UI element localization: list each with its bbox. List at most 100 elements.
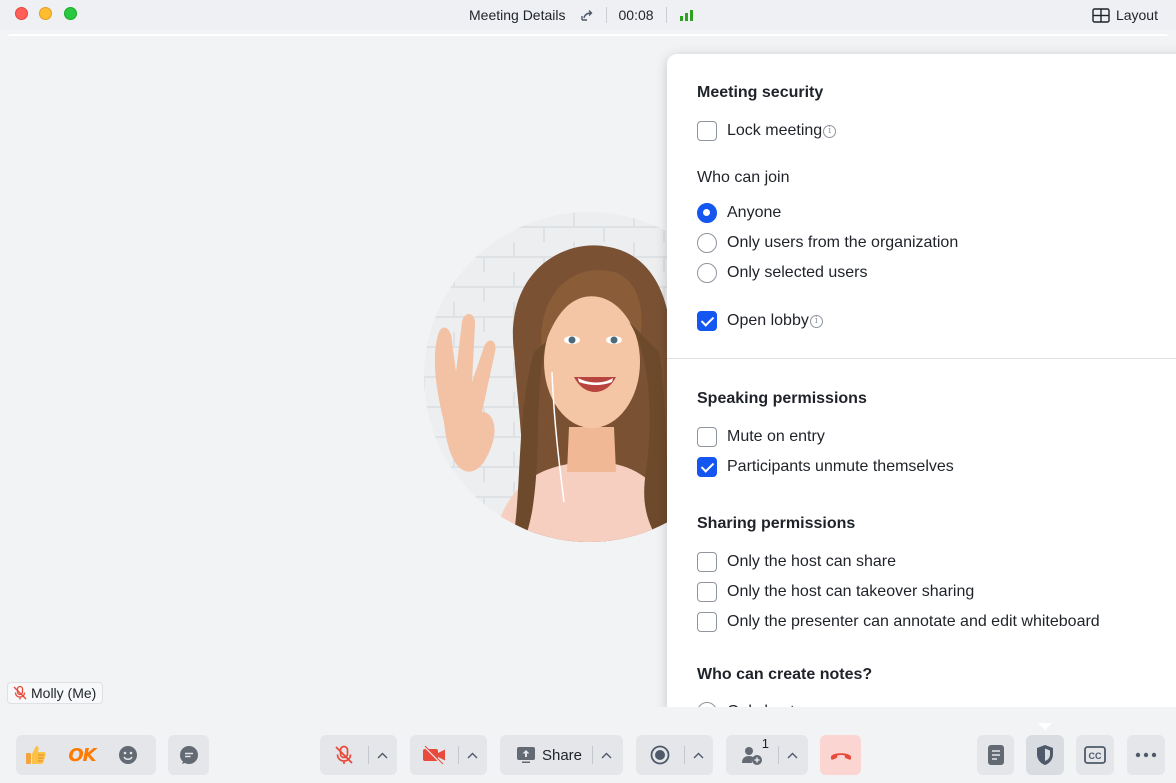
svg-text:CC: CC: [1089, 751, 1102, 761]
mute-on-entry-option[interactable]: Mute on entry: [697, 426, 825, 448]
thumbs-up-icon: [26, 746, 46, 764]
chevron-up-icon: [601, 752, 611, 758]
host-takeover-option[interactable]: Only the host can takeover sharing: [697, 581, 974, 603]
meeting-info-bar: Meeting Details 00:08: [469, 5, 695, 25]
radio-anyone[interactable]: [697, 203, 717, 223]
chat-button[interactable]: [168, 735, 209, 775]
record-group: [636, 735, 713, 775]
presenter-annotate-label: Only the presenter can annotate and edit…: [727, 613, 1100, 630]
share-screen-icon: [516, 747, 535, 763]
open-lobby-checkbox[interactable]: [697, 311, 717, 331]
participants-button[interactable]: 1: [726, 735, 778, 775]
participants-group: 1: [726, 735, 808, 775]
unmute-button[interactable]: [320, 735, 368, 775]
share-screen-button[interactable]: Share: [500, 735, 592, 775]
ok-reaction[interactable]: OK: [56, 735, 108, 775]
close-window-button[interactable]: [15, 7, 28, 20]
info-icon[interactable]: i: [809, 314, 823, 328]
notes-button[interactable]: [977, 735, 1014, 775]
radio-organization[interactable]: [697, 233, 717, 253]
presenter-annotate-checkbox[interactable]: [697, 612, 717, 632]
who-can-join-heading: Who can join: [697, 169, 790, 186]
camera-off-icon: [423, 745, 445, 765]
ok-reaction-label: OK: [68, 744, 96, 766]
chevron-up-icon: [787, 752, 797, 758]
start-video-button[interactable]: [410, 735, 458, 775]
chevron-up-icon: [377, 752, 387, 758]
chat-icon: [179, 746, 198, 764]
share-options-caret[interactable]: [593, 735, 619, 775]
mic-options-caret[interactable]: [369, 735, 395, 775]
mic-muted-icon: [12, 685, 28, 701]
open-lobby-label: Open lobby: [727, 312, 809, 329]
record-button[interactable]: [636, 735, 684, 775]
panel-pointer: [1038, 723, 1052, 730]
meeting-toolbar: OK Share 1 CC: [0, 707, 1176, 783]
speaking-permissions-heading: Speaking permissions: [697, 390, 867, 407]
hang-up-icon: [830, 753, 851, 760]
join-option-label: Anyone: [727, 204, 782, 221]
join-option-label: Only users from the organization: [727, 234, 959, 251]
mic-muted-icon: [335, 745, 353, 764]
notes-icon: [987, 745, 1004, 765]
layout-button[interactable]: Layout: [1092, 5, 1158, 25]
open-lobby-option[interactable]: Open lobby i: [697, 310, 823, 332]
record-icon: [650, 745, 670, 765]
share-group: Share: [500, 735, 623, 775]
captions-button[interactable]: CC: [1076, 735, 1114, 775]
participants-count: 1: [761, 736, 769, 751]
shield-icon: [1037, 745, 1053, 765]
mute-on-entry-checkbox[interactable]: [697, 427, 717, 447]
host-share-checkbox[interactable]: [697, 552, 717, 572]
microphone-group: [320, 735, 397, 775]
join-option-selected-users[interactable]: Only selected users: [697, 262, 868, 284]
network-signal-icon[interactable]: [679, 9, 695, 22]
separator: [605, 7, 607, 23]
record-options-caret[interactable]: [685, 735, 711, 775]
video-options-caret[interactable]: [459, 735, 485, 775]
participants-options-caret[interactable]: [779, 735, 805, 775]
unmute-themselves-option[interactable]: Participants unmute themselves: [697, 456, 954, 478]
lock-meeting-label: Lock meeting: [727, 122, 823, 139]
presenter-annotate-option[interactable]: Only the presenter can annotate and edit…: [697, 611, 1100, 633]
join-option-label: Only selected users: [727, 264, 868, 281]
share-link-icon[interactable]: [580, 8, 594, 22]
share-label: Share: [541, 746, 583, 764]
lock-meeting-checkbox[interactable]: [697, 121, 717, 141]
radio-selected-users[interactable]: [697, 263, 717, 283]
closed-captions-icon: CC: [1084, 746, 1106, 764]
thumbs-up-reaction[interactable]: [16, 735, 56, 775]
layout-label: Layout: [1115, 7, 1158, 23]
join-option-organization[interactable]: Only users from the organization: [697, 232, 958, 254]
reactions-group: OK: [16, 735, 156, 775]
minimize-window-button[interactable]: [39, 7, 52, 20]
meeting-details-link[interactable]: Meeting Details: [469, 7, 566, 23]
separator: [665, 7, 667, 23]
create-notes-heading: Who can create notes?: [697, 666, 873, 683]
join-option-anyone[interactable]: Anyone: [697, 202, 781, 224]
emoji-picker-button[interactable]: [108, 735, 148, 775]
security-panel: Meeting security Lock meeting i Who can …: [667, 54, 1176, 724]
title-bar: Meeting Details 00:08 Layout: [0, 0, 1176, 30]
security-button[interactable]: [1026, 735, 1064, 775]
layout-grid-icon: [1092, 7, 1110, 23]
more-options-button[interactable]: [1127, 735, 1165, 775]
maximize-window-button[interactable]: [64, 7, 77, 20]
camera-group: [410, 735, 487, 775]
section-divider: [667, 358, 1176, 359]
meeting-timer: 00:08: [618, 7, 654, 23]
mute-on-entry-label: Mute on entry: [727, 428, 825, 445]
meeting-security-heading: Meeting security: [697, 84, 824, 101]
smiley-icon: [119, 746, 137, 764]
end-call-button[interactable]: [820, 735, 861, 775]
more-icon: [1135, 752, 1157, 758]
unmute-themselves-checkbox[interactable]: [697, 457, 717, 477]
info-icon[interactable]: i: [823, 124, 837, 138]
participant-name: Molly (Me): [31, 685, 97, 701]
lock-meeting-option[interactable]: Lock meeting i: [697, 120, 837, 142]
host-share-option[interactable]: Only the host can share: [697, 551, 896, 573]
host-takeover-checkbox[interactable]: [697, 582, 717, 602]
chevron-up-icon: [467, 752, 477, 758]
unmute-themselves-label: Participants unmute themselves: [727, 458, 954, 475]
chevron-up-icon: [693, 752, 703, 758]
